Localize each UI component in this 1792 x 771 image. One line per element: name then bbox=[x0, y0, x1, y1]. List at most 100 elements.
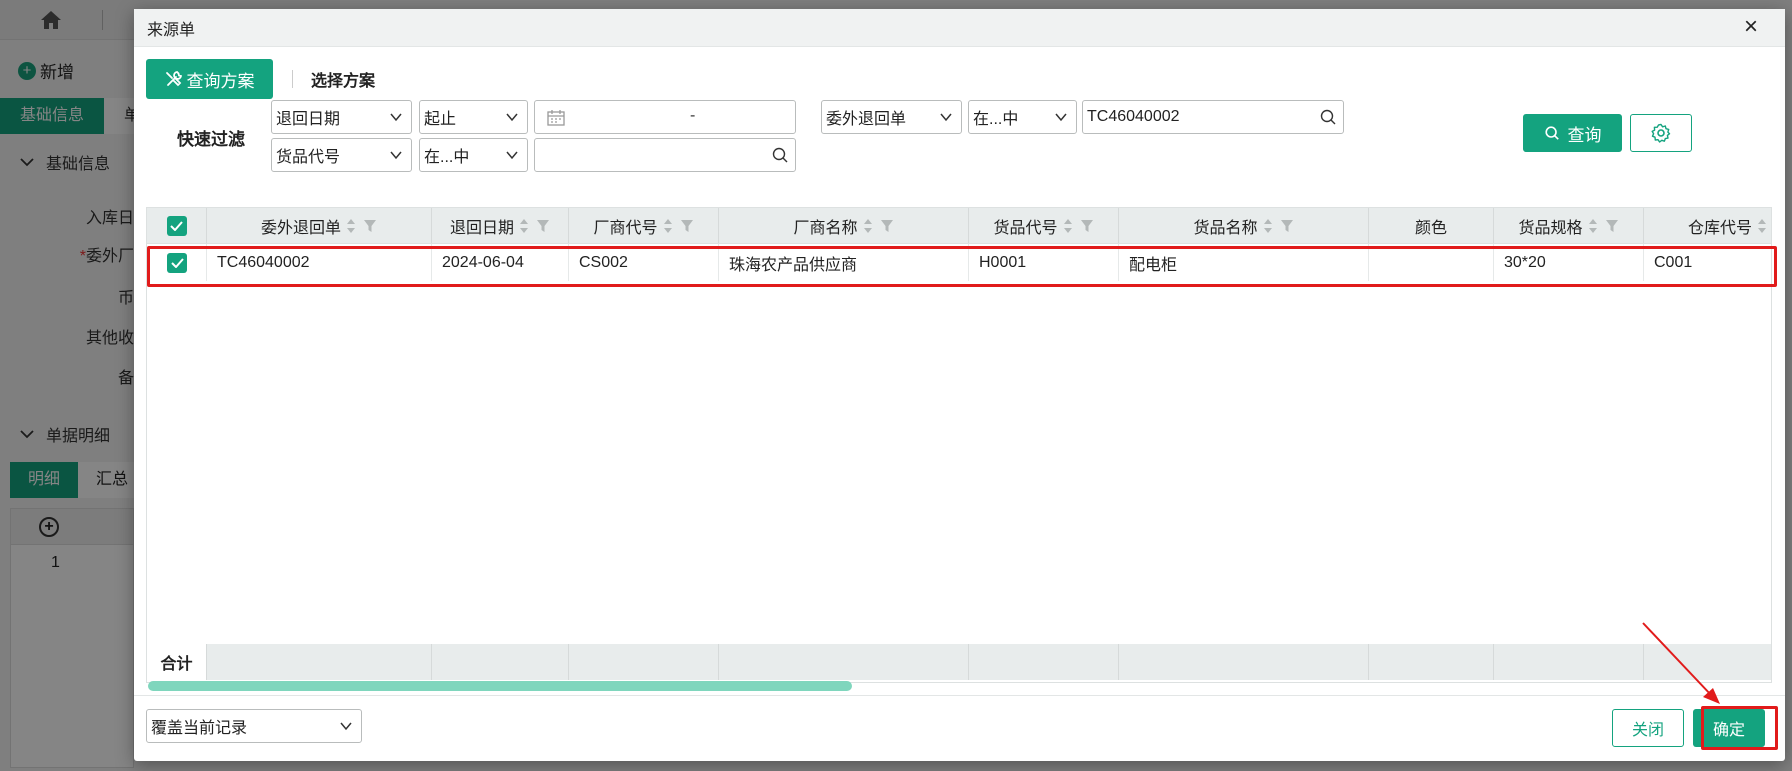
filter-value-outsource-return[interactable]: TC46040002 bbox=[1082, 100, 1344, 134]
filter-operator-item-in-value: 在...中 bbox=[424, 149, 470, 166]
sort-icon[interactable] bbox=[518, 217, 530, 235]
col-header-vendor-name[interactable]: 厂商名称 bbox=[719, 208, 969, 243]
total-cell bbox=[1644, 644, 1771, 680]
total-cell bbox=[432, 644, 569, 680]
settings-button[interactable] bbox=[1630, 114, 1692, 152]
col-header-return-date[interactable]: 退回日期 bbox=[432, 208, 569, 243]
source-document-dialog: 来源单 × 查询方案 选择方案 快速过滤 退回日期 起止 - 委外退回单 在..… bbox=[134, 9, 1785, 761]
col-header-label: 货品代号 bbox=[993, 219, 1058, 237]
col-header-label: 货品名称 bbox=[1193, 219, 1258, 237]
filter-icon[interactable] bbox=[536, 219, 550, 233]
dialog-title: 来源单 bbox=[147, 21, 196, 39]
tools-icon bbox=[165, 71, 182, 87]
sort-icon[interactable] bbox=[1262, 217, 1274, 235]
col-header-item-spec[interactable]: 货品规格 bbox=[1494, 208, 1644, 243]
filter-operator-in-value: 在...中 bbox=[973, 111, 1019, 128]
filter-icon[interactable] bbox=[1080, 219, 1094, 233]
footer-divider bbox=[134, 695, 1785, 696]
query-button[interactable]: 查询 bbox=[1523, 114, 1622, 152]
grid-header: 委外退回单 退回日期 厂商代号 厂商名称 货品代号 货品名称 颜色 货品规格 仓… bbox=[147, 208, 1771, 244]
chevron-down-icon bbox=[1055, 113, 1067, 122]
filter-operator-range[interactable]: 起止 bbox=[419, 100, 528, 134]
cell-item-code: H0001 bbox=[969, 244, 1119, 281]
import-mode-value: 覆盖当前记录 bbox=[151, 720, 248, 737]
total-cell bbox=[1119, 644, 1369, 680]
total-cell bbox=[1494, 644, 1644, 680]
col-header-item-name[interactable]: 货品名称 bbox=[1119, 208, 1369, 243]
col-header-outsource-return[interactable]: 委外退回单 bbox=[207, 208, 432, 243]
row-checkbox[interactable] bbox=[167, 252, 187, 273]
query-scheme-label: 查询方案 bbox=[186, 71, 255, 91]
close-icon[interactable]: × bbox=[1739, 15, 1763, 40]
filter-field-outsource-return-value: 委外退回单 bbox=[826, 111, 907, 128]
query-button-label: 查询 bbox=[1567, 125, 1602, 145]
total-cell bbox=[569, 644, 719, 680]
horizontal-scrollbar[interactable] bbox=[148, 681, 852, 691]
sort-icon[interactable] bbox=[1756, 217, 1768, 235]
filter-field-outsource-return[interactable]: 委外退回单 bbox=[821, 100, 962, 134]
sort-icon[interactable] bbox=[1587, 217, 1599, 235]
total-label: 合计 bbox=[147, 644, 207, 680]
sort-icon[interactable] bbox=[1062, 217, 1074, 235]
cell-vendor-code: CS002 bbox=[569, 244, 719, 281]
sort-icon[interactable] bbox=[662, 217, 674, 235]
chevron-down-icon bbox=[390, 151, 402, 160]
cell-item-name: 配电柜 bbox=[1119, 244, 1369, 281]
filter-operator-range-value: 起止 bbox=[424, 111, 457, 128]
scheme-bar: 查询方案 选择方案 bbox=[146, 59, 375, 99]
calendar-icon bbox=[547, 110, 565, 126]
row-select-cell[interactable] bbox=[147, 244, 207, 281]
cell-vendor-name: 珠海农产品供应商 bbox=[719, 244, 969, 281]
col-header-vendor-code[interactable]: 厂商代号 bbox=[569, 208, 719, 243]
import-mode-select[interactable]: 覆盖当前记录 bbox=[146, 709, 362, 743]
check-icon bbox=[170, 257, 184, 268]
col-header-warehouse-code[interactable]: 仓库代号 bbox=[1644, 208, 1771, 243]
filter-operator-in[interactable]: 在...中 bbox=[968, 100, 1077, 134]
col-header-item-code[interactable]: 货品代号 bbox=[969, 208, 1119, 243]
query-scheme-button[interactable]: 查询方案 bbox=[146, 59, 273, 99]
scheme-divider bbox=[292, 70, 293, 88]
filter-operator-item-in[interactable]: 在...中 bbox=[419, 138, 528, 172]
search-icon[interactable] bbox=[771, 146, 789, 164]
table-row[interactable]: TC46040002 2024-06-04 CS002 珠海农产品供应商 H00… bbox=[147, 244, 1771, 281]
cell-outsource-return: TC46040002 bbox=[207, 244, 432, 281]
date-range-input[interactable]: - bbox=[534, 100, 796, 134]
total-cell bbox=[1369, 644, 1494, 680]
col-header-label: 退回日期 bbox=[449, 219, 514, 237]
chevron-down-icon bbox=[340, 722, 352, 731]
filter-icon[interactable] bbox=[1280, 219, 1294, 233]
total-cell bbox=[207, 644, 432, 680]
confirm-button[interactable]: 确定 bbox=[1693, 709, 1765, 747]
filter-icon[interactable] bbox=[680, 219, 694, 233]
cell-warehouse-code: C001 bbox=[1644, 244, 1771, 281]
filter-field-item-code[interactable]: 货品代号 bbox=[271, 138, 412, 172]
filter-field-return-date[interactable]: 退回日期 bbox=[271, 100, 412, 134]
search-icon[interactable] bbox=[1319, 108, 1337, 126]
filter-field-item-code-value: 货品代号 bbox=[276, 149, 341, 166]
select-all-checkbox[interactable] bbox=[166, 215, 187, 236]
cell-return-date: 2024-06-04 bbox=[432, 244, 569, 281]
dialog-header: 来源单 × bbox=[134, 9, 1785, 47]
select-all-cell[interactable] bbox=[147, 208, 207, 243]
cell-item-spec: 30*20 bbox=[1494, 244, 1644, 281]
total-cell bbox=[969, 644, 1119, 680]
col-header-label: 仓库代号 bbox=[1687, 219, 1752, 237]
select-scheme-link[interactable]: 选择方案 bbox=[311, 67, 375, 91]
chevron-down-icon bbox=[506, 151, 518, 160]
gear-icon bbox=[1651, 123, 1671, 143]
sort-icon[interactable] bbox=[345, 217, 357, 235]
grid-total-row: 合计 bbox=[147, 644, 1771, 680]
col-header-color[interactable]: 颜色 bbox=[1369, 208, 1494, 243]
filter-value-item-code[interactable] bbox=[534, 138, 796, 172]
filter-icon[interactable] bbox=[1605, 219, 1619, 233]
cell-color bbox=[1369, 244, 1494, 281]
sort-icon[interactable] bbox=[862, 217, 874, 235]
col-header-label: 厂商名称 bbox=[793, 219, 858, 237]
chevron-down-icon bbox=[940, 113, 952, 122]
close-button[interactable]: 关闭 bbox=[1612, 709, 1684, 747]
filter-icon[interactable] bbox=[363, 219, 377, 233]
quick-filter-title: 快速过滤 bbox=[177, 130, 245, 149]
chevron-down-icon bbox=[390, 113, 402, 122]
col-header-label: 厂商代号 bbox=[593, 219, 658, 237]
filter-icon[interactable] bbox=[880, 219, 894, 233]
